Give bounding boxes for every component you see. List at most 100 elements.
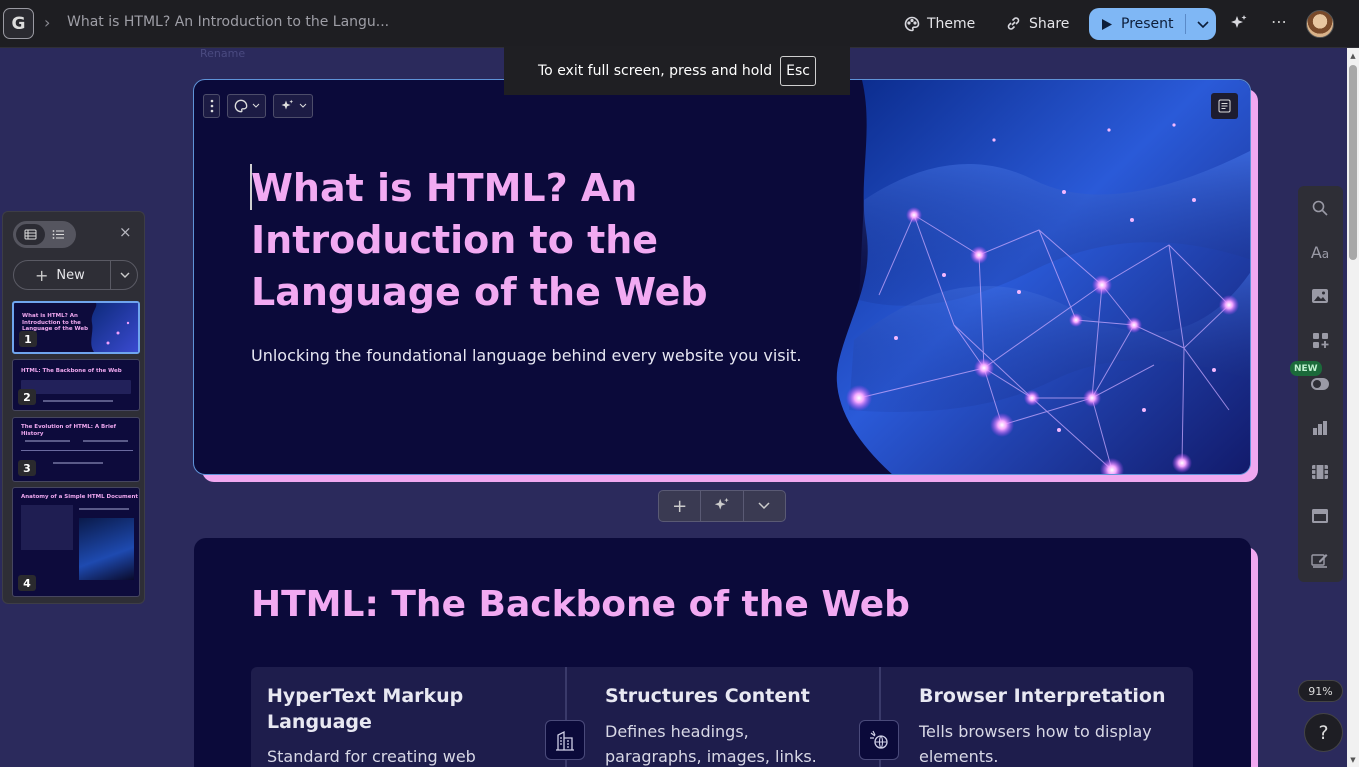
slide-number: 3: [18, 460, 36, 476]
close-panel-button[interactable]: ×: [119, 223, 132, 241]
video-tool-button[interactable]: [1309, 461, 1331, 483]
add-options-button[interactable]: [744, 491, 785, 521]
zoom-level[interactable]: 91%: [1298, 680, 1343, 702]
chevron-down-icon[interactable]: [116, 266, 134, 284]
add-card-button[interactable]: +: [659, 491, 702, 521]
card-desc: Defines headings, paragraphs, images, li…: [605, 722, 817, 766]
embed-tool-button[interactable]: [1309, 505, 1331, 527]
right-tool-rail: Aa: [1298, 186, 1343, 582]
card-desc: Standard for creating web: [267, 747, 476, 766]
text-format-icon: Aa: [1310, 242, 1330, 262]
logo-letter: G: [11, 13, 26, 34]
scrollbar-thumb[interactable]: [1349, 65, 1357, 260]
toggle-icon: [1311, 378, 1329, 390]
present-button[interactable]: Present: [1089, 8, 1216, 40]
user-avatar[interactable]: [1306, 10, 1334, 38]
theme-label: Theme: [927, 15, 976, 32]
toggle-feature-button[interactable]: [1309, 373, 1331, 395]
blocks-plus-icon: [1312, 332, 1328, 348]
scroll-up-arrow[interactable]: ▲: [1349, 52, 1357, 60]
rename-hint: Rename: [200, 47, 246, 60]
view-toggle[interactable]: [13, 221, 76, 248]
feature-card-2[interactable]: Structures Content Defines headings, par…: [589, 667, 879, 767]
thumb-title: What is HTML? An Introduction to the Lan…: [22, 313, 89, 333]
search-button[interactable]: [1309, 197, 1331, 219]
play-icon: [1102, 18, 1112, 30]
list-view-button[interactable]: [44, 224, 73, 245]
bar-chart-icon: [1313, 421, 1327, 435]
network-hero-image[interactable]: [834, 80, 1251, 475]
building-icon: [545, 720, 585, 760]
scroll-down-arrow[interactable]: ▼: [1349, 756, 1357, 764]
image-tool-button[interactable]: [1309, 285, 1331, 307]
plus-icon: +: [35, 265, 49, 285]
chevron-down-icon: [299, 103, 306, 108]
slide-number: 1: [19, 331, 37, 347]
link-icon: [1007, 17, 1020, 30]
chevron-down-icon: [758, 502, 770, 510]
image-icon: [1312, 289, 1328, 303]
thumb-line: [53, 462, 103, 464]
film-icon: [1312, 465, 1328, 479]
card-ai-button[interactable]: [273, 94, 313, 118]
share-button[interactable]: Share: [1005, 8, 1069, 39]
esc-key: Esc: [780, 55, 816, 86]
slide-card-2[interactable]: HTML: The Backbone of the Web HyperText …: [194, 538, 1251, 767]
notes-icon: [1218, 99, 1231, 113]
new-card-button[interactable]: + New: [13, 260, 138, 290]
thumb-image: [79, 518, 134, 580]
notes-button[interactable]: [1211, 93, 1238, 119]
new-divider: [110, 261, 111, 289]
card-style-button[interactable]: [227, 94, 266, 118]
slide-title[interactable]: HTML: The Backbone of the Web: [251, 584, 910, 625]
doc-title[interactable]: What is HTML? An Introduction to the Lan…: [67, 14, 389, 30]
thumb-code-block: [21, 505, 73, 550]
fullscreen-toast: To exit full screen, press and hold Esc: [504, 46, 850, 95]
app-logo[interactable]: G: [3, 8, 34, 39]
vertical-dots-icon: [210, 99, 213, 113]
feature-card-1[interactable]: HyperText Markup Language Standard for c…: [251, 667, 565, 767]
new-label: New: [56, 267, 85, 283]
window-icon: [1312, 509, 1328, 523]
help-button[interactable]: ?: [1304, 713, 1343, 752]
thumb-title: HTML: The Backbone of the Web: [21, 368, 122, 374]
chevron-down-icon[interactable]: [1193, 14, 1213, 34]
chart-tool-button[interactable]: [1309, 417, 1331, 439]
ai-add-card-button[interactable]: [701, 491, 744, 521]
slide-thumbnail-2[interactable]: HTML: The Backbone of the Web 2: [12, 359, 140, 411]
palette-icon: [234, 99, 247, 113]
card-title: Browser Interpretation: [919, 685, 1166, 707]
chevron-down-icon: [252, 103, 259, 108]
slide-thumbnail-1[interactable]: What is HTML? An Introduction to the Lan…: [12, 301, 140, 354]
slide-card-1[interactable]: What is HTML? An Introduction to the Lan…: [193, 79, 1251, 475]
card-title: HyperText Markup Language: [267, 685, 464, 733]
breadcrumb-chevron-icon: ›: [44, 13, 51, 32]
present-label: Present: [1121, 16, 1174, 32]
top-bar: G › What is HTML? An Introduction to the…: [0, 0, 1359, 48]
palette-icon: [904, 16, 920, 31]
thumb-card-row: [21, 380, 131, 394]
feature-card-3[interactable]: Browser Interpretation Tells browsers ho…: [903, 667, 1193, 767]
edit-tool-button[interactable]: [1309, 549, 1331, 571]
thumb-title: The Evolution of HTML: A Brief History: [21, 424, 116, 437]
slide-title[interactable]: What is HTML? An Introduction to the Lan…: [251, 162, 771, 318]
slides-panel: × + New What is HTML? An Introduction to…: [2, 211, 145, 604]
card-title: Structures Content: [605, 685, 810, 707]
text-tool-button[interactable]: Aa: [1309, 241, 1331, 263]
thumb-line: [83, 440, 128, 442]
theme-button[interactable]: Theme: [904, 8, 975, 39]
slide-number: 4: [18, 575, 36, 591]
ai-sparkle-icon[interactable]: [1229, 14, 1249, 34]
toast-message: To exit full screen, press and hold: [538, 62, 773, 79]
list-icon: [52, 230, 64, 239]
slide-thumbnail-3[interactable]: The Evolution of HTML: A Brief History 3: [12, 417, 140, 482]
more-options-button[interactable]: ⋯: [1271, 12, 1288, 31]
share-label: Share: [1029, 15, 1070, 32]
feature-cards: HyperText Markup Language Standard for c…: [251, 667, 1193, 767]
card-menu-button[interactable]: [203, 94, 220, 118]
slide-thumbnail-4[interactable]: Anatomy of a Simple HTML Document 4: [12, 487, 140, 597]
thumb-hero-image: [91, 303, 138, 352]
add-block-button[interactable]: [1309, 329, 1331, 351]
slide-subtitle[interactable]: Unlocking the foundational language behi…: [251, 342, 811, 369]
grid-view-button[interactable]: [16, 224, 45, 245]
